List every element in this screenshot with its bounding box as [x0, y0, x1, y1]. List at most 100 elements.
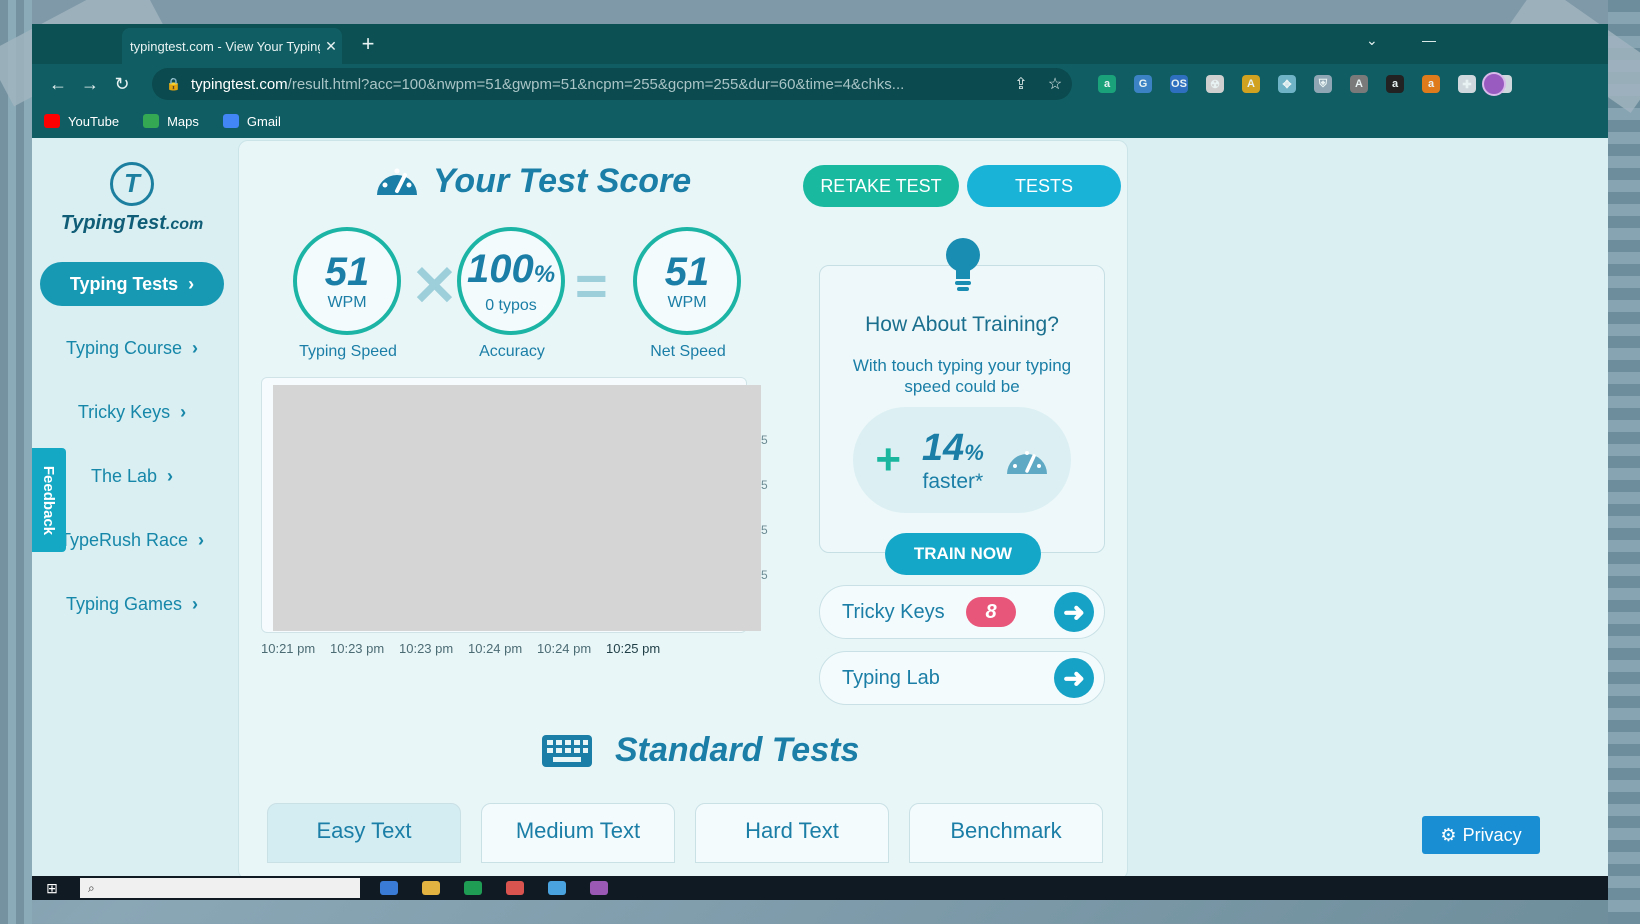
extensions-row: aGOS☢A✥⛨Aaa✚▮: [1092, 68, 1518, 100]
sidebar-item-typing-tests[interactable]: Typing Tests ›: [40, 262, 224, 306]
new-tab-button[interactable]: +: [354, 30, 382, 58]
extension-icon[interactable]: OS: [1164, 72, 1194, 96]
boost-faster-label: faster*: [922, 469, 984, 493]
extension-icon[interactable]: ✚: [1452, 72, 1482, 96]
training-title: How About Training?: [865, 313, 1059, 336]
arrow-right-icon[interactable]: ➜: [1054, 592, 1094, 632]
net-speed-unit: WPM: [667, 294, 707, 311]
maps-icon: [143, 114, 160, 128]
logo-suffix: .com: [165, 216, 204, 233]
taskbar-app-icon[interactable]: [506, 881, 524, 895]
taskbar-app-icon[interactable]: [464, 881, 482, 895]
minimize-icon[interactable]: —: [1422, 32, 1436, 48]
desktop-background-top: [0, 0, 1640, 24]
extension-icon[interactable]: ✥: [1272, 72, 1302, 96]
extension-glyph: A: [1242, 75, 1260, 93]
tricky-keys-link[interactable]: Tricky Keys 8 ➜: [819, 585, 1105, 639]
training-description: With touch typing your typing speed coul…: [852, 356, 1072, 396]
equals-icon: =: [575, 254, 608, 317]
page-content: TypingTest.com Typing Tests › Typing Cour…: [32, 138, 1608, 880]
typing-speed-caption: Typing Speed: [299, 343, 397, 360]
y-tick-label: 5: [761, 523, 768, 537]
sidebar-item-label: Tricky Keys: [77, 401, 171, 422]
taskbar-app-icon[interactable]: [590, 881, 608, 895]
extension-icon[interactable]: G: [1128, 72, 1158, 96]
x-tick-label: 10:24 pm: [537, 641, 592, 656]
logo-name: TypingTest: [60, 212, 166, 234]
extension-icon[interactable]: ☢: [1200, 72, 1230, 96]
tab-easy-text[interactable]: Easy Text: [267, 803, 461, 863]
extension-icon[interactable]: a: [1416, 72, 1446, 96]
history-chart: 5 5 5 5: [261, 377, 768, 635]
retake-test-button[interactable]: RETAKE TEST: [803, 165, 959, 207]
bookmark-maps[interactable]: Maps: [143, 114, 199, 129]
tricky-keys-badge: 8: [966, 597, 1016, 627]
net-speed-caption: Net Speed: [650, 343, 726, 360]
y-tick-label: 5: [761, 478, 768, 492]
x-tick-label: 10:25 pm: [606, 641, 661, 656]
tab-benchmark[interactable]: Benchmark: [909, 803, 1103, 863]
accuracy-value-line: 100%: [467, 247, 555, 297]
net-speed-metric: 51 WPM Net Speed: [633, 227, 743, 361]
taskbar-app-icon[interactable]: [422, 881, 440, 895]
bookmarks-bar: YouTube Maps Gmail: [32, 104, 1608, 138]
tab-hard-text[interactable]: Hard Text: [695, 803, 889, 863]
net-speed-value: 51: [664, 250, 710, 294]
windows-taskbar: ⊞ ⌕: [32, 876, 1608, 900]
taskbar-search[interactable]: ⌕: [80, 878, 360, 898]
sidebar-item-label: Typing Games: [65, 593, 183, 614]
extension-icon[interactable]: a: [1380, 72, 1410, 96]
feedback-tab[interactable]: Feedback: [32, 448, 66, 552]
extension-glyph: ☢: [1206, 75, 1224, 93]
extension-glyph: a: [1422, 75, 1440, 93]
sidebar-item-typing-games[interactable]: Typing Games ›: [40, 582, 224, 626]
sidebar-item-typerush-race[interactable]: TypeRush Race ›: [40, 518, 224, 562]
arrow-right-icon[interactable]: ➜: [1054, 658, 1094, 698]
net-speed-ring: 51 WPM: [633, 227, 741, 335]
extension-glyph: a: [1386, 75, 1404, 93]
site-logo[interactable]: TypingTest.com: [52, 162, 212, 235]
extension-icon[interactable]: A: [1344, 72, 1374, 96]
privacy-label: Privacy: [1462, 824, 1522, 845]
extension-icon[interactable]: A: [1236, 72, 1266, 96]
browser-tab[interactable]: typingtest.com - View Your Typing ✕: [122, 28, 342, 64]
chevron-right-icon: ›: [192, 593, 199, 614]
tests-button[interactable]: TESTS: [967, 165, 1121, 207]
sidebar-item-label: Typing Tests: [69, 273, 179, 294]
sidebar-item-tricky-keys[interactable]: Tricky Keys ›: [40, 390, 224, 434]
extension-glyph: G: [1134, 75, 1152, 93]
bookmark-star-icon[interactable]: ☆: [1038, 74, 1072, 94]
tab-medium-text[interactable]: Medium Text: [481, 803, 675, 863]
taskbar-app-icon[interactable]: [548, 881, 566, 895]
feedback-label: Feedback: [40, 465, 58, 535]
bookmark-youtube[interactable]: YouTube: [44, 114, 119, 129]
accuracy-ring: 100% 0 typos: [457, 227, 565, 335]
forward-icon[interactable]: →: [74, 68, 106, 100]
profile-avatar[interactable]: [1482, 72, 1506, 96]
back-icon[interactable]: ←: [42, 68, 74, 100]
share-icon[interactable]: ⇪: [1004, 74, 1038, 94]
boost-percent-sign: %: [964, 439, 984, 465]
bookmark-gmail[interactable]: Gmail: [222, 114, 281, 129]
privacy-button[interactable]: ⚙ Privacy: [1422, 816, 1540, 854]
train-now-button[interactable]: TRAIN NOW: [885, 533, 1041, 575]
sidebar-item-typing-course[interactable]: Typing Course ›: [40, 326, 224, 370]
sidebar-item-the-lab[interactable]: The Lab ›: [40, 454, 224, 498]
close-tab-icon[interactable]: ✕: [320, 38, 342, 55]
extension-icon[interactable]: a: [1092, 72, 1122, 96]
windows-start-icon[interactable]: ⊞: [32, 876, 72, 900]
address-bar[interactable]: 🔒 typingtest.com/result.html?acc=100&nwp…: [152, 68, 1072, 100]
tab-search-icon[interactable]: ⌄: [1366, 32, 1378, 49]
taskbar-apps: [380, 881, 608, 895]
logo-mark-icon: [110, 162, 154, 206]
lock-icon[interactable]: 🔒: [166, 77, 181, 91]
typing-speed-value: 51: [324, 250, 370, 294]
typing-lab-link[interactable]: Typing Lab ➜: [819, 651, 1105, 705]
plus-icon: +: [875, 435, 902, 484]
taskbar-app-icon[interactable]: [380, 881, 398, 895]
extension-icon[interactable]: ⛨: [1308, 72, 1338, 96]
boost-percent: 14: [921, 426, 965, 469]
results-card: Your Test Score RETAKE TEST TESTS 51 WPM…: [238, 140, 1128, 880]
reload-icon[interactable]: ↻: [106, 68, 138, 100]
tricky-keys-label: Tricky Keys: [842, 600, 945, 623]
